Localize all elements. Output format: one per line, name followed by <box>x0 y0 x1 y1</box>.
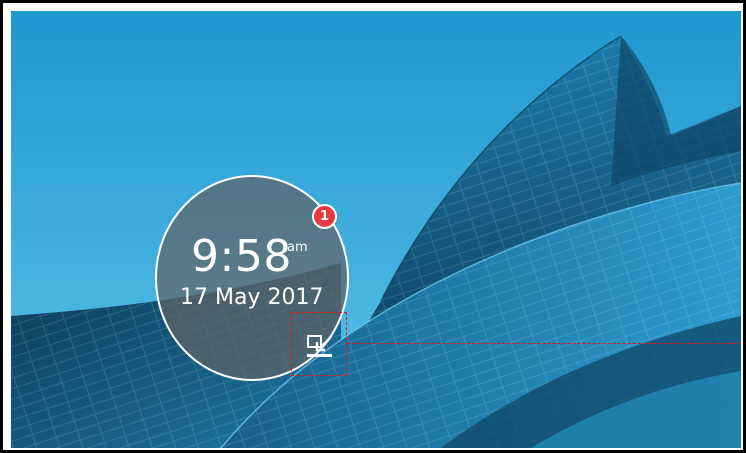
wallpaper-image <box>11 11 741 448</box>
clock-meridiem: am <box>287 240 308 255</box>
highlight-box <box>291 312 347 376</box>
clock-date: 17 May 2017 <box>180 285 324 310</box>
highlight-leader-line <box>347 343 741 344</box>
lock-screen: 9:58 am 17 May 2017 1 <box>11 11 741 448</box>
screenshot-frame: 9:58 am 17 May 2017 1 <box>0 0 746 453</box>
clock-time: 9:58 <box>191 231 292 282</box>
notification-badge[interactable]: 1 <box>312 204 337 229</box>
